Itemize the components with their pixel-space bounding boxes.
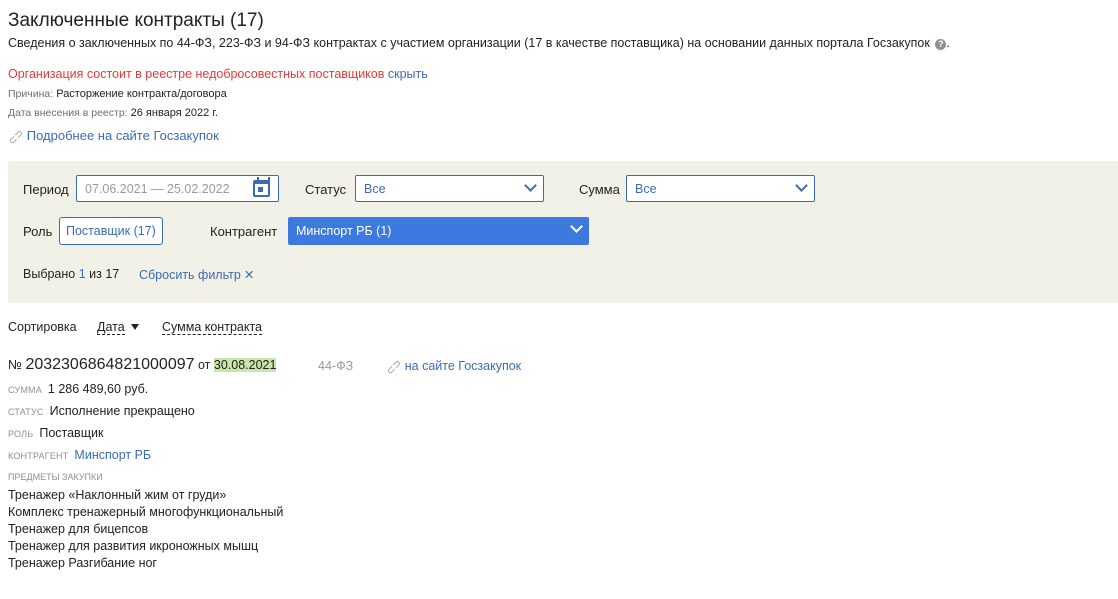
list-item: Тренажер для бицепсов <box>8 522 149 536</box>
page-title: Заключенные контракты (17) <box>8 10 264 31</box>
registry-date-label: Дата внесения в реестр: <box>8 107 128 119</box>
number-sign: № <box>8 357 22 372</box>
reason-label: Причина: <box>8 88 54 100</box>
sort-bar: Сортировка Дата Сумма контракта <box>8 320 262 335</box>
selected-prefix: Выбрано <box>23 267 76 281</box>
page: Заключенные контракты (17) Сведения о за… <box>0 0 1118 599</box>
counterparty-link[interactable]: Минспорт РБ <box>74 448 151 462</box>
more-on-site-link[interactable]: ⊂⊃Подробнее на сайте Госзакупок <box>7 128 219 148</box>
reset-filter-label: Сбросить фильтр <box>139 268 241 282</box>
reset-filter-link[interactable]: Сбросить фильтр ✕ <box>139 267 254 282</box>
contract-number[interactable]: 2032306864821000097 <box>25 356 194 373</box>
question-circle-icon[interactable]: ? <box>935 39 947 50</box>
registry-date-value: 26 января 2022 г. <box>130 107 219 119</box>
link-icon: ⊂⊃ <box>384 357 405 378</box>
sort-by-sum[interactable]: Сумма контракта <box>162 320 262 335</box>
reason-value: Расторжение контракта/договора <box>56 88 227 100</box>
period-label: Период <box>23 182 69 197</box>
counterparty-value: Минспорт РБ (1) <box>296 224 392 238</box>
role-value: Поставщик <box>39 426 104 440</box>
filter-panel: Период 07.06.2021 — 25.02.2022 Статус Вс… <box>8 161 1118 303</box>
role-caption: РОЛЬ <box>8 429 34 439</box>
role-tag[interactable]: Поставщик (17) <box>59 217 163 245</box>
page-subtitle: Сведения о заключенных по 44-ФЗ, 223-ФЗ … <box>8 36 950 50</box>
contract-status-row: СТАТУС Исполнение прекращено <box>8 404 195 418</box>
status-caption: СТАТУС <box>8 407 44 417</box>
sort-label: Сортировка <box>8 320 77 334</box>
selected-num: 1 <box>78 267 86 281</box>
law-badge: 44-ФЗ <box>318 359 354 373</box>
subtitle-text: Сведения о заключенных по 44-ФЗ, 223-ФЗ … <box>8 36 930 50</box>
contract-date: 30.08.2021 <box>213 358 277 372</box>
counterparty-caption: КОНТРАГЕНТ <box>8 451 69 461</box>
link-icon: ⊂⊃ <box>6 127 27 148</box>
contract-header: № 2032306864821000097 от 30.08.2021 44-Ф… <box>8 356 521 377</box>
status-value: Исполнение прекращено <box>49 404 195 418</box>
chevron-down-icon <box>795 179 808 192</box>
chevron-down-icon <box>570 220 583 233</box>
selected-count: Выбрано 1 из 17 <box>23 267 119 281</box>
blacklist-warning: Организация состоит в реестре недобросов… <box>8 67 428 81</box>
contract-site-link[interactable]: ⊂⊃на сайте Госзакупок <box>385 358 522 378</box>
list-item: Тренажер для развития икроножных мышц <box>8 539 259 553</box>
role-label: Роль <box>23 224 53 239</box>
sort-by-date[interactable]: Дата <box>97 320 125 335</box>
sum-caption: СУММА <box>8 385 42 395</box>
sum-label: Сумма <box>579 182 620 197</box>
list-item: Тренажер Разгибание ног <box>8 556 157 570</box>
counterparty-label: Контрагент <box>210 224 278 239</box>
hide-link[interactable]: скрыть <box>388 67 428 81</box>
counterparty-select[interactable]: Минспорт РБ (1) <box>288 217 589 245</box>
list-item: Тренажер «Наклонный жим от груди» <box>8 488 227 502</box>
status-value: Все <box>364 181 386 196</box>
warning-text: Организация состоит в реестре недобросов… <box>8 67 385 81</box>
chevron-down-icon <box>524 179 537 192</box>
calendar-icon[interactable] <box>253 177 270 197</box>
reason-line: Причина: Расторжение контракта/договора <box>8 88 227 100</box>
status-label: Статус <box>305 182 347 197</box>
procurement-items-list: Тренажер «Наклонный жим от груди» Компле… <box>8 487 283 572</box>
close-icon: ✕ <box>243 268 255 282</box>
contract-counterparty-row: КОНТРАГЕНТ Минспорт РБ <box>8 448 151 462</box>
sum-value: Все <box>635 181 657 196</box>
period-placeholder: 07.06.2021 — 25.02.2022 <box>85 181 230 196</box>
status-select[interactable]: Все <box>355 175 544 202</box>
selected-suffix: из 17 <box>89 267 120 281</box>
sort-desc-icon[interactable] <box>131 324 139 330</box>
more-on-site-label: Подробнее на сайте Госзакупок <box>26 128 219 143</box>
from-word: от <box>198 358 211 372</box>
sum-value: 1 286 489,60 руб. <box>47 382 149 396</box>
period-input[interactable]: 07.06.2021 — 25.02.2022 <box>76 175 279 202</box>
registry-date-line: Дата внесения в реестр: 26 января 2022 г… <box>8 107 218 119</box>
list-item: Комплекс тренажерный многофункциональный <box>8 505 284 519</box>
sum-select[interactable]: Все <box>626 175 815 202</box>
items-caption: ПРЕДМЕТЫ ЗАКУПКИ <box>8 472 103 482</box>
contract-role-row: РОЛЬ Поставщик <box>8 426 103 440</box>
contract-sum-row: СУММА 1 286 489,60 руб. <box>8 382 148 396</box>
